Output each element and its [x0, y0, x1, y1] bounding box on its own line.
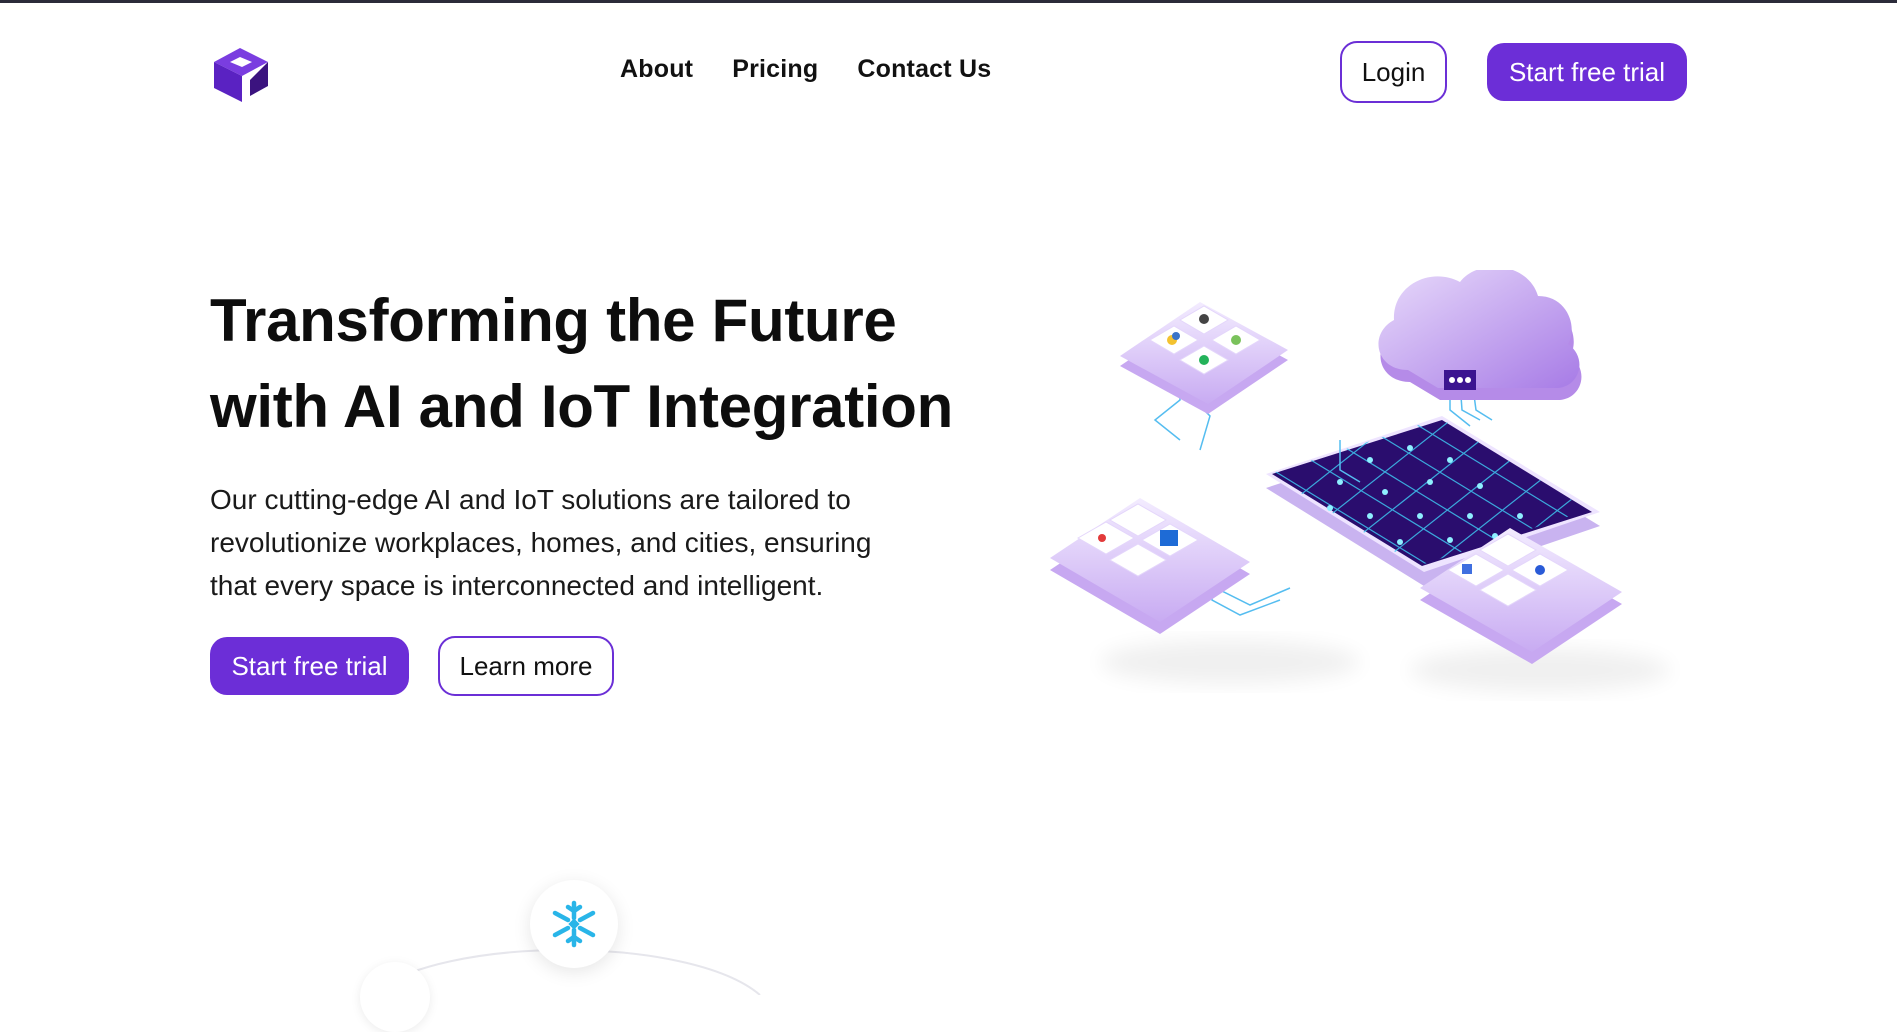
- iot-cloud-network-illustration: [1050, 270, 1670, 692]
- hero-subtitle: Our cutting-edge AI and IoT solutions ar…: [210, 478, 1010, 607]
- learn-more-button[interactable]: Learn more: [438, 636, 614, 696]
- hero-subtitle-line-3: that every space is interconnected and i…: [210, 570, 824, 601]
- hero-title-line-2: with AI and IoT Integration: [210, 373, 953, 440]
- nav-contact-us[interactable]: Contact Us: [857, 55, 991, 84]
- hero-title-line-1: Transforming the Future: [210, 287, 897, 354]
- login-button[interactable]: Login: [1340, 41, 1447, 103]
- top-border: [0, 0, 1897, 3]
- main-nav: About Pricing Contact Us: [620, 55, 991, 84]
- nav-pricing[interactable]: Pricing: [732, 55, 818, 84]
- start-free-trial-header-button[interactable]: Start free trial: [1487, 43, 1687, 101]
- start-free-trial-hero-button[interactable]: Start free trial: [210, 637, 409, 695]
- hero-title: Transforming the Future with AI and IoT …: [210, 278, 1010, 450]
- cube-logo-icon[interactable]: [210, 40, 274, 104]
- hero-subtitle-line-2: revolutionize workplaces, homes, and cit…: [210, 527, 872, 558]
- integration-bubble: [360, 962, 430, 1032]
- integration-snowflake-badge[interactable]: [530, 880, 618, 968]
- hero-subtitle-line-1: Our cutting-edge AI and IoT solutions ar…: [210, 484, 851, 515]
- snowflake-icon: [552, 900, 596, 948]
- nav-about[interactable]: About: [620, 55, 693, 84]
